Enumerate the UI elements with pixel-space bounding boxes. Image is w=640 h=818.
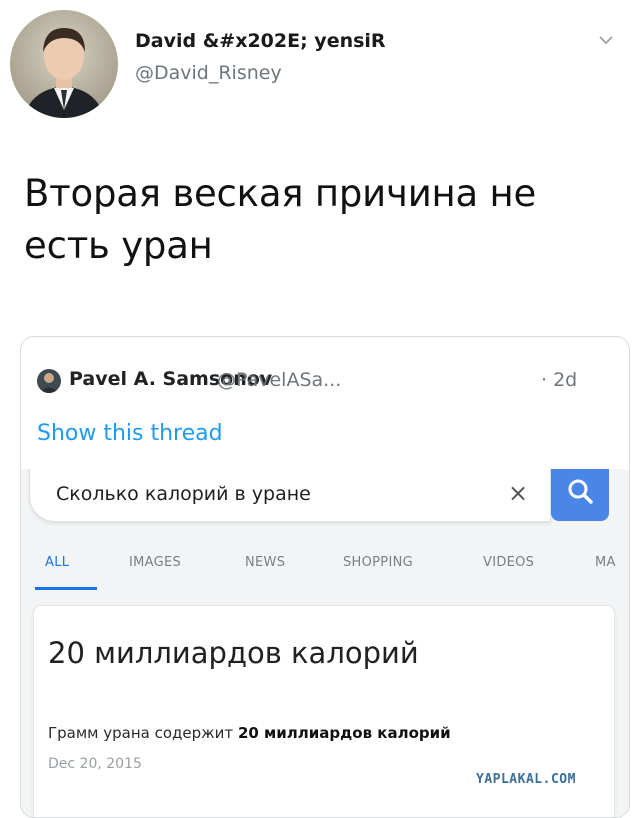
search-input[interactable]: Сколько калорий в уране × xyxy=(29,469,551,522)
quoted-timestamp[interactable]: · 2d xyxy=(541,369,577,391)
close-icon[interactable]: × xyxy=(508,479,528,507)
watermark: YAPLAKAL.COM xyxy=(476,772,576,787)
tab-images[interactable]: IMAGES xyxy=(129,555,181,570)
search-button[interactable] xyxy=(551,469,609,521)
quoted-author-avatar xyxy=(37,369,61,393)
answer-date: Dec 20, 2015 xyxy=(48,756,142,772)
quoted-tweet[interactable]: Pavel A. Samsonov @PavelASa... · 2d Show… xyxy=(20,336,630,818)
chevron-down-icon[interactable] xyxy=(596,30,616,50)
answer-snippet-highlight: 20 миллиардов калорий xyxy=(237,724,451,742)
quoted-author-handle[interactable]: @PavelASa... xyxy=(217,369,341,391)
tab-videos[interactable]: VIDEOS xyxy=(483,555,534,570)
answer-snippet-prefix: Грамм урана содержит xyxy=(48,724,238,742)
profile-photo-avatar xyxy=(24,28,104,118)
answer-snippet: Грамм урана содержит 20 миллиардов калор… xyxy=(48,724,451,742)
answer-title: 20 миллиардов калорий xyxy=(48,636,419,670)
author-handle[interactable]: @David_Risney xyxy=(135,62,282,84)
tab-news[interactable]: NEWS xyxy=(245,555,285,570)
avatar[interactable] xyxy=(10,10,118,118)
show-thread-link[interactable]: Show this thread xyxy=(37,421,223,446)
search-screenshot: Сколько калорий в уране × ALL IMAGES NEW… xyxy=(21,469,629,817)
active-tab-indicator xyxy=(35,587,97,590)
search-icon xyxy=(568,479,593,504)
tab-more[interactable]: MA xyxy=(595,555,616,570)
author-name[interactable]: David &#x202E; yensiR xyxy=(135,30,386,52)
search-query: Сколько калорий в уране xyxy=(56,483,311,505)
tab-all[interactable]: ALL xyxy=(45,555,69,570)
tweet-text: Вторая веская причина не есть уран xyxy=(24,172,537,267)
tab-shopping[interactable]: SHOPPING xyxy=(343,555,413,570)
